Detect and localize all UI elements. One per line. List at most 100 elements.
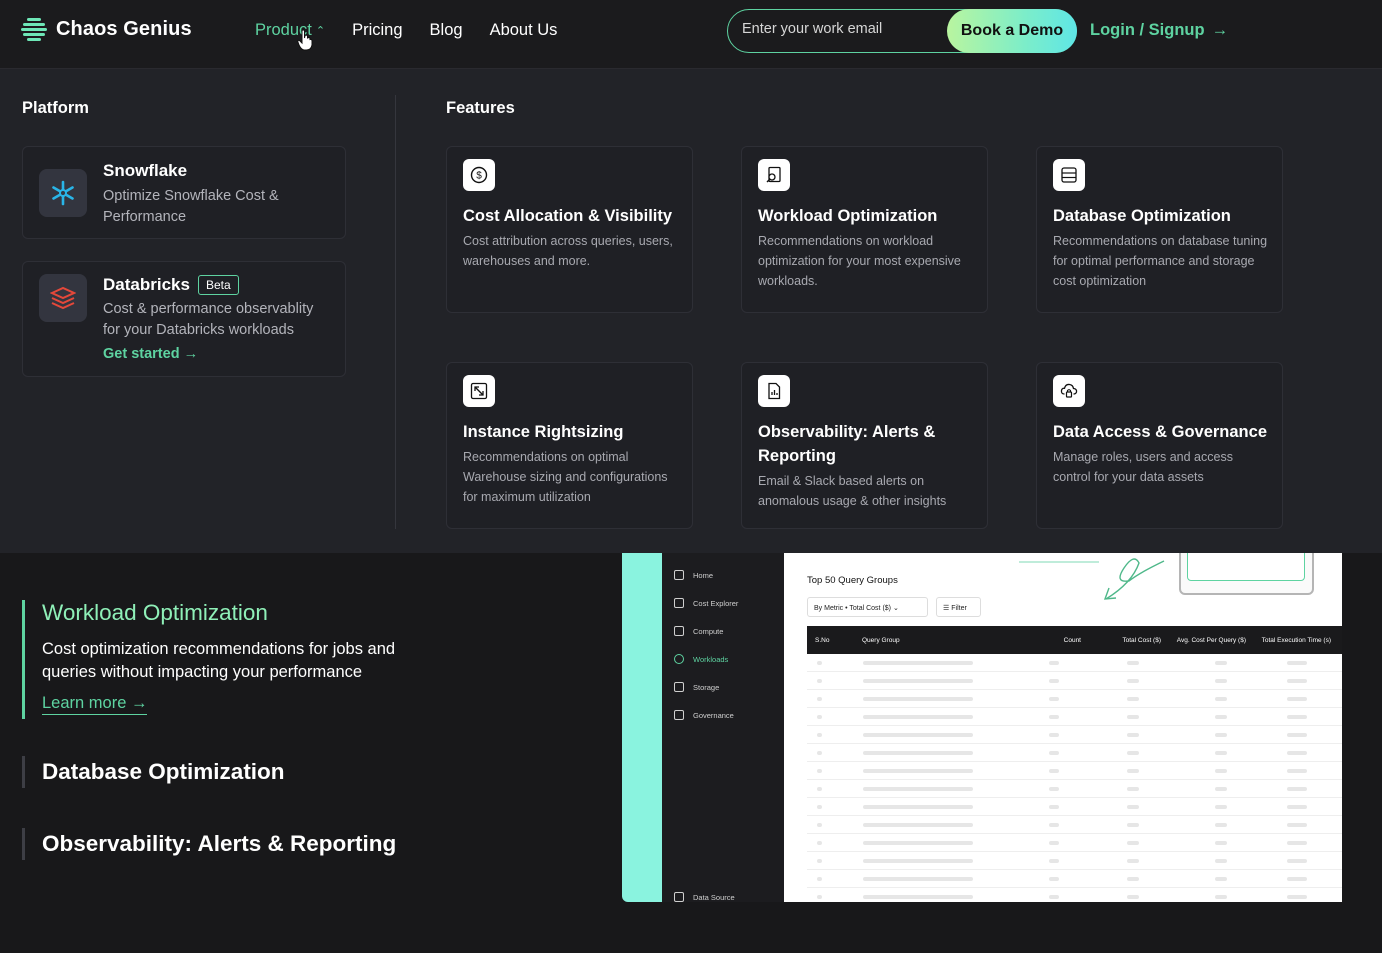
- blurred-cell: [863, 769, 973, 773]
- preview-sidebar-item-governance: Governance: [674, 710, 734, 720]
- blurred-cell: [1127, 895, 1139, 899]
- email-input[interactable]: [742, 21, 932, 37]
- nav-item-blog[interactable]: Blog: [430, 21, 463, 40]
- blurred-cell: [863, 895, 973, 899]
- product-mega-menu: Platform Snowflake Optimize Snowflake Co…: [0, 69, 1382, 553]
- blurred-cell: [817, 787, 822, 791]
- feature-card-desc: Recommendations on optimal Warehouse siz…: [463, 450, 668, 504]
- feature-card-data-access-governance[interactable]: Data Access & Governance Manage roles, u…: [1036, 362, 1283, 529]
- logo[interactable]: Chaos Genius: [21, 16, 192, 42]
- blurred-cell: [817, 733, 822, 737]
- preview-sidebar-item-compute: Compute: [674, 626, 723, 636]
- platform-card-title-text: Databricks: [103, 275, 190, 294]
- platform-card-desc: Cost & performance observablity for your…: [103, 301, 314, 338]
- showcase-item-workload-optimization[interactable]: Workload Optimization Cost optimization …: [22, 600, 432, 719]
- data-source-icon: [674, 892, 684, 902]
- preview-sidebar-label: Compute: [693, 626, 724, 636]
- blurred-cell: [817, 769, 822, 773]
- beta-badge: Beta: [197, 275, 239, 295]
- preview-sidebar-item-home: Home: [674, 570, 713, 580]
- feature-card-title: Database Optimization: [1053, 207, 1231, 225]
- blurred-cell: [1049, 751, 1059, 755]
- databricks-icon: [39, 274, 87, 322]
- blurred-cell: [1127, 823, 1139, 827]
- learn-more-link[interactable]: Learn more →: [42, 694, 148, 715]
- feature-card-desc: Cost attribution across queries, users, …: [463, 234, 673, 268]
- preview-table-row: [807, 726, 1342, 744]
- preview-filter-label: Filter: [951, 605, 967, 612]
- feature-card-database-optimization[interactable]: Database Optimization Recommendations on…: [1036, 146, 1283, 313]
- feature-card-cost-allocation[interactable]: $ Cost Allocation & Visibility Cost attr…: [446, 146, 693, 313]
- preview-metric-select: By Metric • Total Cost ($) ⌄: [807, 597, 928, 617]
- blurred-cell: [1127, 787, 1139, 791]
- preview-sidebar-label: Data Source: [693, 892, 735, 902]
- nav-item-about-us[interactable]: About Us: [490, 21, 558, 40]
- email-form: Book a Demo: [727, 9, 1077, 53]
- top-nav: Chaos Genius Product ⌃ Pricing Blog Abou…: [0, 0, 1382, 69]
- blurred-cell: [1287, 661, 1307, 665]
- chevron-up-icon: ⌃: [315, 25, 326, 37]
- nav-item-pricing[interactable]: Pricing: [352, 21, 402, 40]
- blurred-cell: [1127, 751, 1139, 755]
- login-signup-link[interactable]: Login / Signup →: [1090, 21, 1228, 40]
- blurred-cell: [1215, 895, 1227, 899]
- blurred-cell: [863, 823, 973, 827]
- preview-sidebar-item-cost-explorer: Cost Explorer: [674, 598, 738, 608]
- home-icon: [674, 570, 684, 580]
- blurred-cell: [863, 661, 973, 665]
- menu-divider: [395, 95, 396, 529]
- preview-sidebar-label: Governance: [693, 710, 734, 720]
- features-heading: Features: [446, 99, 515, 117]
- platform-card-snowflake[interactable]: Snowflake Optimize Snowflake Cost & Perf…: [22, 146, 346, 239]
- blurred-cell: [1287, 841, 1307, 845]
- blurred-cell: [817, 679, 822, 683]
- get-started-link[interactable]: Get started →: [103, 346, 198, 362]
- book-demo-button[interactable]: Book a Demo: [947, 9, 1077, 53]
- platform-card-databricks[interactable]: Databricks Beta Cost & performance obser…: [22, 261, 346, 377]
- preview-table-title: Top 50 Query Groups: [807, 575, 898, 586]
- feature-card-title: Cost Allocation & Visibility: [463, 207, 673, 225]
- preview-col-header: S.No: [815, 636, 830, 644]
- storage-icon: [674, 682, 684, 692]
- feature-card-workload-optimization[interactable]: Workload Optimization Recommendations on…: [741, 146, 988, 313]
- blurred-cell: [1287, 679, 1307, 683]
- platform-heading: Platform: [22, 99, 89, 117]
- blurred-cell: [1127, 859, 1139, 863]
- preview-table-row: [807, 708, 1342, 726]
- blurred-cell: [863, 751, 973, 755]
- blurred-cell: [1287, 805, 1307, 809]
- preview-table-row: [807, 672, 1342, 690]
- blurred-cell: [1127, 769, 1139, 773]
- logo-icon: [21, 16, 47, 42]
- blurred-cell: [1287, 697, 1307, 701]
- blurred-cell: [817, 895, 822, 899]
- blurred-cell: [1287, 715, 1307, 719]
- blurred-cell: [863, 877, 973, 881]
- preview-col-header: Avg. Cost Per Query ($): [1176, 636, 1246, 644]
- blurred-cell: [1215, 733, 1227, 737]
- blurred-cell: [817, 859, 822, 863]
- showcase-item-title: Database Optimization: [42, 759, 285, 784]
- nav-item-product[interactable]: Product ⌃: [255, 21, 325, 40]
- preview-table-row: [807, 852, 1342, 870]
- cloud-lock-icon: [1053, 375, 1085, 407]
- blurred-cell: [1127, 805, 1139, 809]
- nav-item-label: Blog: [429, 21, 463, 39]
- workload-search-icon: [758, 159, 790, 191]
- showcase-item-observability[interactable]: Observability: Alerts & Reporting: [22, 828, 396, 860]
- learn-more-label: Learn more: [42, 694, 127, 712]
- preview-sidebar-item-data-source: Data Source: [674, 892, 735, 902]
- blurred-cell: [1049, 661, 1059, 665]
- blurred-cell: [1049, 787, 1059, 791]
- showcase-item-database-optimization[interactable]: Database Optimization: [22, 756, 285, 788]
- chevron-down-icon: ⌄: [891, 605, 899, 612]
- blurred-cell: [863, 841, 973, 845]
- filter-icon: ☰: [943, 605, 952, 612]
- preview-table-row: [807, 690, 1342, 708]
- blurred-cell: [1287, 769, 1307, 773]
- feature-card-instance-rightsizing[interactable]: Instance Rightsizing Recommendations on …: [446, 362, 693, 529]
- blurred-cell: [1287, 733, 1307, 737]
- blurred-cell: [1049, 769, 1059, 773]
- feature-card-title: Instance Rightsizing: [463, 423, 624, 441]
- feature-card-observability[interactable]: Observability: Alerts & Reporting Email …: [741, 362, 988, 529]
